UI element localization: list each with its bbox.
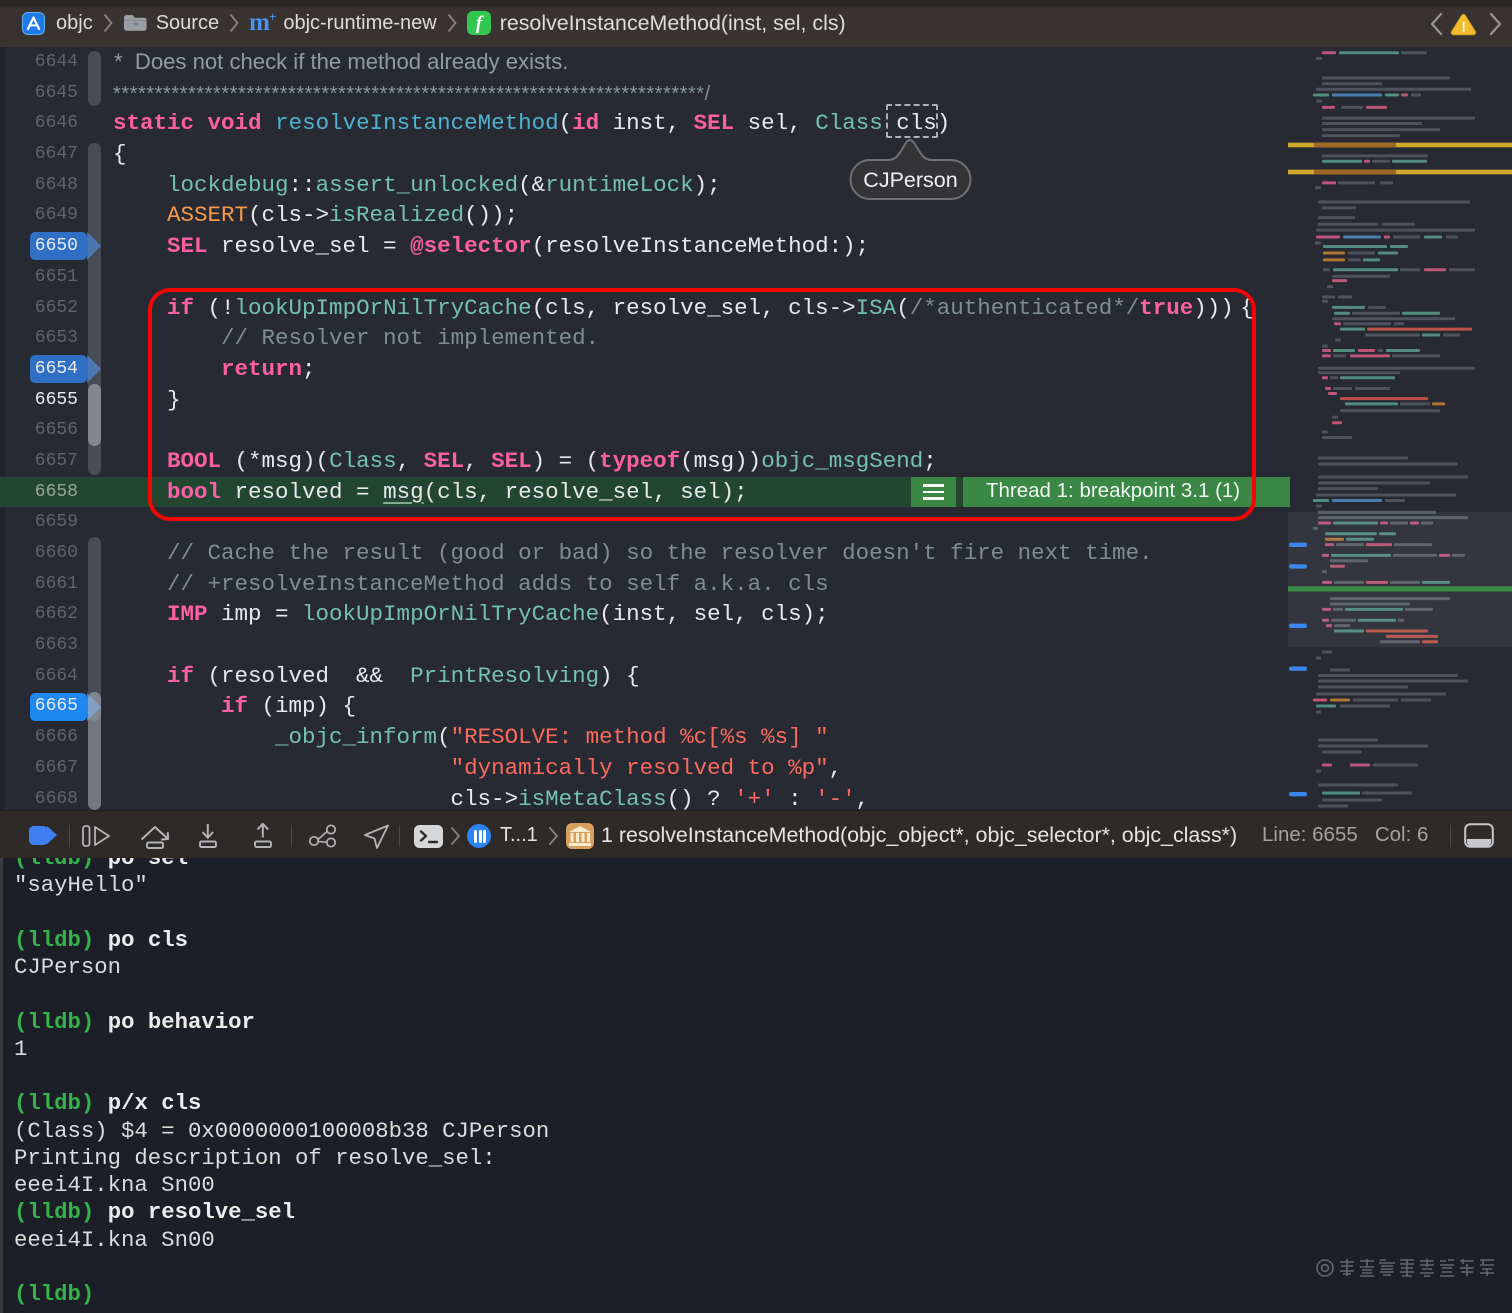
svg-text:CJPerson: CJPerson bbox=[863, 168, 957, 192]
svg-text:!: ! bbox=[1461, 20, 1466, 35]
